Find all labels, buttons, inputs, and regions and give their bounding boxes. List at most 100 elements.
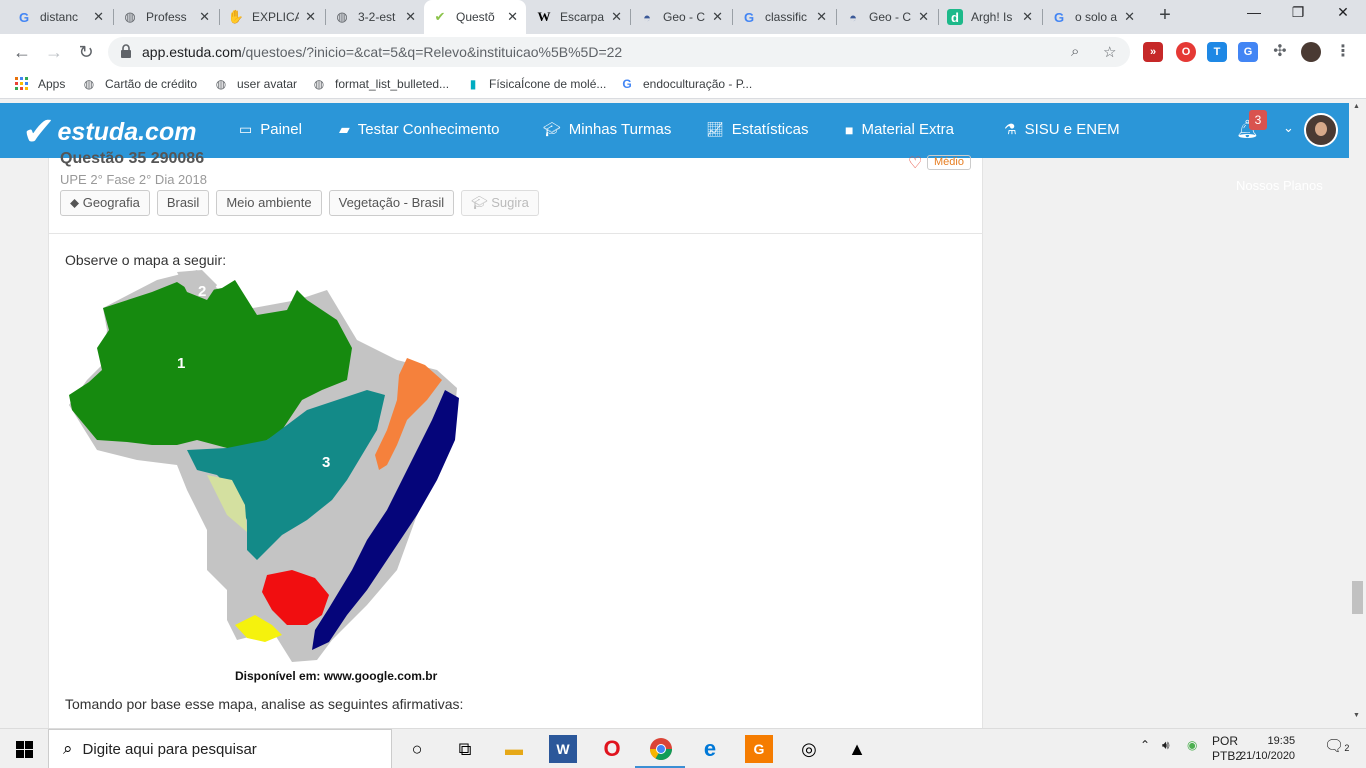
word-icon[interactable]: W [549,735,577,763]
tab-3-2-est[interactable]: ◍ 3-2-est ✕ [326,0,424,34]
chevron-up-icon[interactable]: ⌃ [1140,738,1150,752]
map-label-2: 2 [198,283,206,300]
bookmark-endocultura[interactable]: G endoculturação - P... [619,76,752,92]
close-icon[interactable]: ✕ [712,9,723,25]
opera-icon[interactable]: O [598,735,626,763]
vertical-scrollbar[interactable]: ▲ ▼ [1349,99,1366,728]
nav-sisu-enem[interactable]: ⚗︎ SISU e ENEM [1004,121,1120,138]
bookmark-user-avatar[interactable]: ◍ user avatar [213,76,297,92]
menu-icon[interactable]: ⋮ [1333,42,1353,62]
close-icon[interactable]: ✕ [199,9,210,25]
chrome-icon[interactable] [647,735,675,763]
close-icon[interactable]: ✕ [1124,9,1135,25]
close-icon[interactable]: ✕ [93,9,104,25]
bookmark-cartao[interactable]: ◍ Cartão de crédito [81,76,197,92]
extension-trello-icon[interactable]: T [1207,42,1227,62]
extension-red-icon[interactable]: » [1143,42,1163,62]
tag-geografia[interactable]: ⬥ Geografia [60,190,150,216]
scroll-up-arrow-icon[interactable]: ▲ [1353,103,1360,110]
chevron-down-icon[interactable]: ⌄ [1283,120,1294,136]
tab-argh[interactable]: d Argh! Is ✕ [939,0,1041,34]
bookmark-label: Cartão de crédito [105,77,198,91]
photos-icon[interactable]: ▲ [843,735,871,763]
puzzle-icon[interactable]: ✣ [1270,42,1290,62]
minimize-button[interactable]: — [1239,4,1269,28]
sugira-button[interactable]: 🎓︎ Sugira [461,190,539,216]
close-icon[interactable]: ✕ [611,9,622,25]
language-indicator[interactable]: POR PTB2 [1212,734,1242,764]
tab-distanc[interactable]: G distanc ✕ [8,0,112,34]
tab-label: Profess [146,10,187,24]
tab-geo-c-1[interactable]: ◓ Geo - C ✕ [631,0,731,34]
speaker-icon[interactable]: 🔊︎ [1162,738,1170,753]
taskbar-search[interactable]: ⌕ [48,729,392,768]
hand-icon: ✋ [227,9,245,24]
file-explorer-icon[interactable]: ▬ [500,735,528,763]
bookmark-fisica[interactable]: ▮ FísicaÍcone de molé... [465,76,607,92]
window-close-button[interactable]: ✕ [1328,4,1358,28]
flask-icon: ⚗︎ [1004,121,1017,137]
bookmark-label: endoculturação - P... [643,77,753,91]
pdf-app-icon[interactable]: G [745,735,773,763]
globe-icon: ◍ [313,77,325,91]
nossos-planos-link[interactable]: Nossos Planos [1236,178,1323,193]
taskbar-clock[interactable]: 19:35 21/10/2020 [1240,734,1295,764]
scrollbar-thumb[interactable] [1352,581,1363,614]
nav-minhas-turmas[interactable]: 🎓︎ Minhas Turmas [543,121,671,138]
site-icon: ◓ [643,9,651,25]
restore-button[interactable]: ❐ [1283,4,1313,28]
heart-icon[interactable]: ♡ [908,153,922,173]
edge-icon[interactable]: e [696,735,724,763]
tab-label: classific [765,10,808,24]
scroll-down-arrow-icon[interactable]: ▼ [1353,712,1360,719]
tab-questoes-active[interactable]: ✔ Questõ ✕ [424,0,526,34]
browser-tab-strip: G distanc ✕ ◍ Profess ✕ ✋ EXPLICA ✕ ◍ 3-… [0,0,1366,34]
close-icon[interactable]: ✕ [816,9,827,25]
nav-painel[interactable]: ▭ Painel [239,121,302,138]
nav-material-extra[interactable]: ■ Material Extra [845,121,954,138]
close-icon[interactable]: ✕ [507,9,518,25]
search-input[interactable] [82,740,353,758]
tab-geo-c-2[interactable]: ◓ Geo - C ✕ [837,0,937,34]
nav-testar-conhecimento[interactable]: ▰ Testar Conhecimento [339,121,500,138]
user-avatar[interactable] [1304,113,1338,147]
tag-meio-ambiente[interactable]: Meio ambiente [216,190,322,216]
nav-estatisticas[interactable]: 📈︎ Estatísticas [706,121,808,138]
new-tab-button[interactable]: + [1153,4,1177,30]
close-icon[interactable]: ✕ [918,9,929,25]
nav-label: Painel [260,121,302,138]
tag-vegetacao[interactable]: Vegetação - Brasil [328,190,455,216]
media-player-icon[interactable]: ◎ [795,735,823,763]
extension-opera-icon[interactable]: O [1176,42,1196,62]
star-icon[interactable]: ☆ [1103,43,1116,61]
tab-escarpa[interactable]: W Escarpa ✕ [528,0,630,34]
reload-button[interactable]: ↻ [74,40,98,64]
address-bar[interactable]: app.estuda.com/questoes/?inicio=&cat=5&q… [108,37,1130,67]
back-button[interactable]: ← [10,40,34,64]
action-center-icon[interactable]: 🗨︎2 [1324,736,1349,756]
question-card: Questão 35 290086 UPE 2° Fase 2° Dia 201… [48,150,983,728]
forward-button[interactable]: → [42,40,66,64]
extension-translate-icon[interactable]: G [1238,42,1258,62]
google-icon: G [1053,9,1065,25]
close-icon[interactable]: ✕ [1022,9,1033,25]
tag-brasil[interactable]: Brasil [156,190,210,216]
tab-explica[interactable]: ✋ EXPLICA ✕ [220,0,324,34]
cortana-icon[interactable]: ○ [403,735,431,763]
google-icon: G [622,77,632,91]
profile-avatar[interactable] [1301,42,1321,62]
close-icon[interactable]: ✕ [405,9,416,25]
bookmark-format-list[interactable]: ◍ format_list_bulleted... [311,76,449,92]
close-icon[interactable]: ✕ [305,9,316,25]
tab-classific[interactable]: G classific ✕ [733,0,835,34]
bookmark-apps[interactable]: Apps [14,76,65,92]
start-button[interactable] [0,729,48,768]
tab-o-solo[interactable]: G o solo a ✕ [1043,0,1143,34]
network-icon[interactable]: ◉ [1187,738,1197,752]
tab-profess[interactable]: ◍ Profess ✕ [114,0,218,34]
checkmark-logo-icon: ✔ [22,110,56,154]
task-view-icon[interactable]: ⧉ [451,735,479,763]
zoom-icon[interactable]: ⌕ [1071,43,1079,60]
lang-top: POR [1212,734,1239,748]
estuda-logo[interactable]: ✔ estuda.com [22,109,196,155]
